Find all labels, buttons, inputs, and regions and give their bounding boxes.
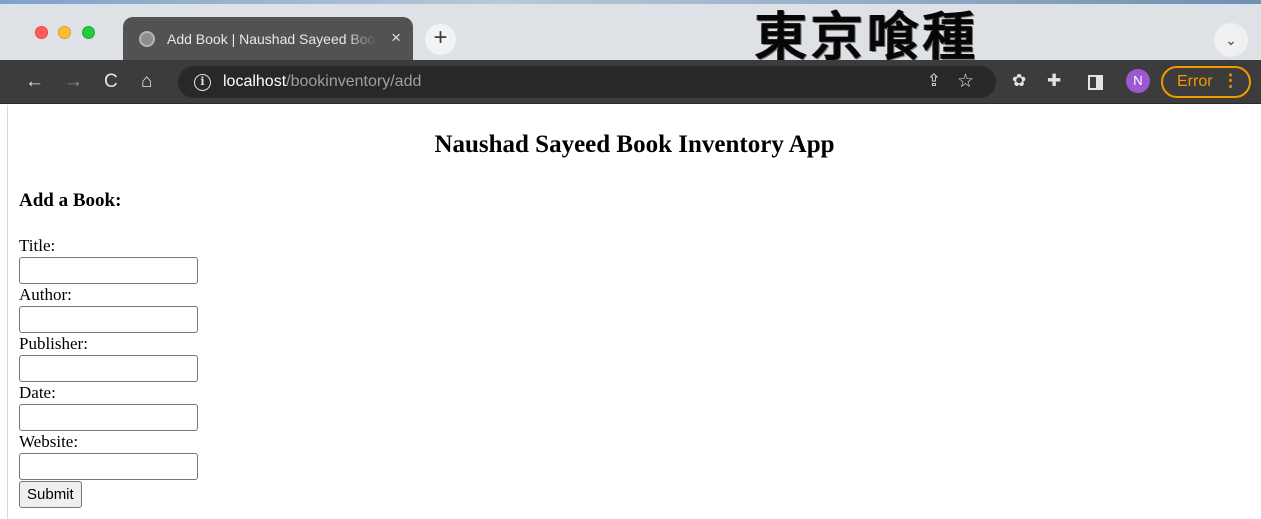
tab-title: Add Book | Naushad Sayeed Book Inventory… bbox=[167, 30, 377, 47]
date-label: Date: bbox=[19, 383, 56, 402]
window-maximize-button[interactable] bbox=[82, 26, 95, 39]
title-input[interactable] bbox=[19, 257, 198, 284]
publisher-label: Publisher: bbox=[19, 334, 88, 353]
extension-icon[interactable]: ✿ bbox=[1012, 68, 1026, 94]
plus-icon: + bbox=[433, 24, 448, 51]
share-icon[interactable]: ⇪ bbox=[927, 71, 941, 91]
url-text[interactable]: localhost/bookinventory/add bbox=[223, 73, 421, 91]
url-path: /bookinventory/add bbox=[286, 73, 422, 90]
website-label: Website: bbox=[19, 432, 79, 451]
back-arrow-icon[interactable]: ← bbox=[25, 70, 44, 94]
reload-icon[interactable]: C bbox=[104, 70, 118, 94]
browser-titlebar: Add Book | Naushad Sayeed Book Inventory… bbox=[0, 0, 1261, 60]
page-content: Naushad Sayeed Book Inventory App Add a … bbox=[0, 105, 1261, 519]
theme-banner: 東京喰種 bbox=[755, 5, 1065, 60]
theme-banner-text: 東京喰種 bbox=[755, 7, 980, 60]
author-label: Author: bbox=[19, 285, 72, 304]
avatar[interactable]: N bbox=[1126, 69, 1150, 93]
error-label: Error bbox=[1177, 73, 1213, 90]
date-input[interactable] bbox=[19, 404, 198, 431]
chevron-down-icon: ⌄ bbox=[1225, 32, 1237, 48]
form-heading: Add a Book: bbox=[19, 190, 122, 211]
side-panel-icon[interactable] bbox=[1088, 75, 1103, 90]
kebab-menu-icon: ⋮ bbox=[1222, 71, 1239, 90]
title-label: Title: bbox=[19, 236, 56, 255]
publisher-input[interactable] bbox=[19, 355, 198, 382]
forward-arrow-icon[interactable]: → bbox=[64, 70, 83, 94]
window-close-button[interactable] bbox=[35, 26, 48, 39]
globe-icon bbox=[139, 30, 155, 47]
address-bar[interactable]: i localhost/bookinventory/add ⇪ ☆ bbox=[178, 66, 996, 98]
window-minimize-button[interactable] bbox=[58, 26, 71, 39]
home-icon[interactable]: ⌂ bbox=[141, 70, 152, 94]
puzzle-icon[interactable]: ✚ bbox=[1047, 68, 1061, 94]
star-icon[interactable]: ☆ bbox=[957, 70, 974, 93]
url-host: localhost bbox=[223, 73, 287, 90]
page-title: Naushad Sayeed Book Inventory App bbox=[434, 131, 835, 158]
info-icon[interactable]: i bbox=[194, 73, 211, 91]
submit-button[interactable]: Submit bbox=[19, 481, 82, 508]
website-input[interactable] bbox=[19, 453, 198, 480]
close-icon[interactable]: × bbox=[391, 28, 401, 48]
error-button[interactable]: Error ⋮ bbox=[1161, 66, 1251, 98]
browser-tab-active[interactable]: Add Book | Naushad Sayeed Book Inventory… bbox=[123, 17, 413, 60]
new-tab-button[interactable]: + bbox=[425, 24, 456, 55]
add-book-form: Title: Author: Publisher: Date: Website:… bbox=[19, 236, 198, 508]
author-input[interactable] bbox=[19, 306, 198, 333]
tab-search-button[interactable]: ⌄ bbox=[1214, 23, 1248, 57]
